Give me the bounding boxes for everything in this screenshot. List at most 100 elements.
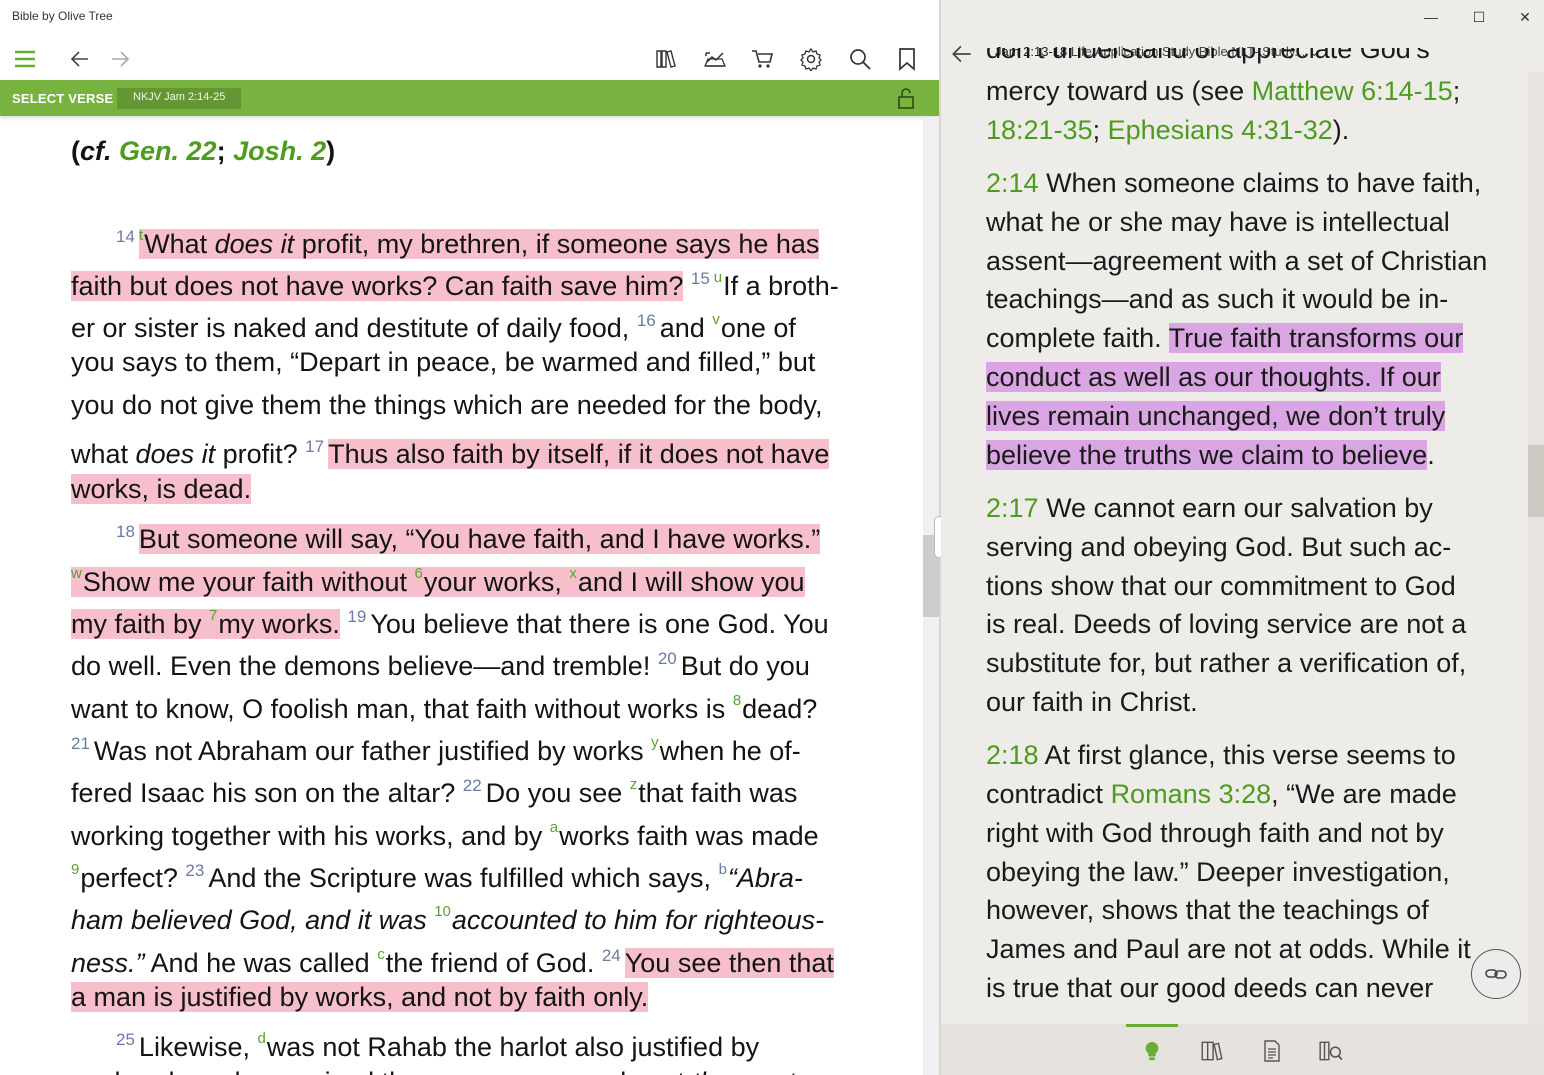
search-icon[interactable] — [843, 42, 877, 76]
verse-number[interactable]: 21 — [71, 734, 90, 753]
note-line: James and Paul are not at odds. While it — [986, 934, 1471, 965]
verse-number[interactable]: 14 — [116, 227, 135, 246]
footnote-marker[interactable]: v — [712, 311, 720, 328]
bible-text: (cf. Gen. 22; Josh. 2) 14 tWhat does it p… — [71, 130, 871, 1075]
note-line: is real. Deeds of loving service are not… — [986, 609, 1467, 640]
bookmark-icon[interactable] — [890, 42, 924, 76]
close-button[interactable]: ✕ — [1512, 5, 1538, 29]
verse-number[interactable]: 16 — [637, 311, 656, 330]
note-line: 2:18 At first glance, this verse seems t… — [986, 740, 1456, 771]
footnote-marker[interactable]: t — [139, 227, 143, 244]
back-arrow-icon[interactable] — [949, 41, 975, 67]
scripture-link[interactable]: 18:21-35 — [986, 115, 1093, 145]
footnote-marker[interactable]: b — [719, 861, 727, 878]
footnote-marker[interactable]: d — [257, 1030, 265, 1047]
text-line[interactable]: works when she received the messengers a… — [71, 1061, 871, 1075]
hamburger-icon[interactable] — [8, 42, 42, 76]
note-line: complete faith. True faith transforms ou… — [986, 323, 1464, 354]
note-line: however, shows that the teachings of — [986, 895, 1429, 926]
maximize-button[interactable]: ☐ — [1466, 5, 1492, 29]
forward-arrow-icon[interactable] — [103, 42, 137, 76]
footnote-marker[interactable]: 9 — [71, 861, 79, 878]
document-icon[interactable] — [1257, 1036, 1287, 1066]
scripture-link[interactable]: Matthew 6:14-15 — [1252, 76, 1453, 106]
verse-number[interactable]: 23 — [185, 861, 204, 880]
verse-number[interactable]: 19 — [347, 607, 366, 626]
verse-number[interactable]: 20 — [658, 649, 677, 668]
cart-icon[interactable] — [746, 42, 780, 76]
verse-number[interactable]: 24 — [602, 946, 621, 965]
back-arrow-icon[interactable] — [63, 42, 97, 76]
note-line: obeying the law.” Deeper investigation, — [986, 856, 1450, 887]
note-line: conduct as well as our thoughts. If our — [986, 362, 1441, 393]
text-line[interactable]: working together with his works, and by … — [71, 807, 871, 851]
text-line[interactable]: 9perfect? 23 And the Scripture was fulfil… — [71, 849, 871, 893]
verse-number[interactable]: 25 — [116, 1030, 135, 1049]
footnote-marker[interactable]: u — [714, 269, 722, 286]
link-icon — [1485, 969, 1507, 979]
text-line[interactable]: my faith by 7my works. 19 You believe tha… — [71, 595, 871, 640]
crossref-link-gen[interactable]: Gen. 22 — [119, 136, 217, 166]
verse-number[interactable]: 17 — [305, 437, 324, 456]
text-line[interactable]: 14 tWhat does it profit, my brethren, if … — [71, 215, 871, 259]
text-line[interactable]: what does it profit? 17 Thus also faith b… — [71, 426, 871, 470]
crossref-link-josh[interactable]: Josh. 2 — [233, 136, 326, 166]
books-icon[interactable] — [1197, 1036, 1227, 1066]
library-icon[interactable] — [650, 42, 684, 76]
bible-scrollbar[interactable] — [923, 117, 939, 1075]
text-line[interactable]: wShow me your faith without 6your works,… — [71, 553, 871, 597]
study-scrollbar[interactable] — [1528, 72, 1544, 1024]
note-line: what he or she may have is intellectual — [986, 206, 1450, 237]
text-line[interactable]: you do not give them the things which ar… — [71, 384, 871, 426]
scripture-link[interactable]: Ephesians 4:31-32 — [1108, 115, 1333, 145]
note-line: mercy toward us (see Matthew 6:14-15; — [986, 76, 1461, 106]
note-line: 18:21-35; Ephesians 4:31-32). — [986, 114, 1350, 145]
text-line[interactable]: want to know, O foolish man, that faith … — [71, 680, 871, 724]
main-toolbar — [0, 36, 940, 80]
footnote-marker[interactable]: c — [377, 946, 385, 963]
minimize-button[interactable]: — — [1418, 5, 1444, 29]
text-line[interactable]: you says to them, “Depart in peace, be w… — [71, 341, 871, 383]
text-line[interactable]: 21 Was not Abraham our father justified b… — [71, 722, 871, 766]
select-verse-bar: SELECT VERSE NKJV Jam 2:14-25 — [0, 80, 940, 116]
text-line[interactable]: ness.” And he was called cthe friend of … — [71, 934, 871, 978]
footnote-marker[interactable]: x — [569, 565, 577, 582]
note-verse-link[interactable]: 2:18 — [986, 740, 1039, 770]
footnote-marker[interactable]: y — [651, 734, 659, 751]
lock-icon[interactable] — [894, 86, 918, 110]
study-scrollbar-thumb[interactable] — [1528, 445, 1544, 517]
footnote-marker[interactable]: 7 — [209, 607, 217, 624]
note-verse-link[interactable]: 2:14 — [986, 168, 1039, 198]
footnote-marker[interactable]: 8 — [733, 692, 741, 709]
text-line[interactable]: 18 But someone will say, “You have faith,… — [71, 511, 871, 554]
note-verse-link[interactable]: 2:17 — [986, 493, 1039, 523]
verse-number[interactable]: 18 — [116, 522, 135, 541]
search-book-icon[interactable] — [1316, 1036, 1346, 1066]
text-line[interactable]: faith but does not have works? Can faith… — [71, 257, 871, 301]
note-line: assent—agreement with a set of Christian — [986, 245, 1488, 276]
text-line[interactable]: works, is dead. — [71, 468, 871, 510]
text-line[interactable]: 25 Likewise, dwas not Rahab the harlot al… — [71, 1018, 871, 1062]
sync-chart-icon[interactable] — [698, 42, 732, 76]
footnote-marker[interactable]: a — [550, 819, 558, 836]
footnote-marker[interactable]: 6 — [415, 565, 423, 582]
verse-number[interactable]: 22 — [463, 776, 482, 795]
link-panes-button[interactable] — [1471, 949, 1521, 999]
text-line[interactable]: fered Isaac his son on the altar? 22 Do y… — [71, 764, 871, 808]
note-line: teachings—and as such it would be in- — [986, 284, 1449, 315]
text-line[interactable]: a man is justified by works, and not by … — [71, 976, 871, 1018]
text-line[interactable]: er or sister is naked and destitute of d… — [71, 299, 871, 343]
footnote-marker[interactable]: z — [630, 776, 638, 793]
scripture-link[interactable]: Romans 3:28 — [1111, 779, 1272, 809]
note-line: our faith in Christ. — [986, 686, 1198, 717]
text-line[interactable]: ham believed God, and it was 10accounted… — [71, 891, 871, 935]
footnote-marker[interactable]: 10 — [434, 903, 451, 920]
lightbulb-icon[interactable] — [1137, 1036, 1167, 1066]
select-verse-label[interactable]: SELECT VERSE — [12, 91, 113, 106]
gear-icon[interactable] — [794, 42, 828, 76]
footnote-marker[interactable]: w — [71, 565, 82, 582]
verse-number[interactable]: 15 — [691, 269, 710, 288]
verse-reference-button[interactable]: NKJV Jam 2:14-25 — [117, 88, 242, 109]
text-line[interactable]: do well. Even the demons believe—and tre… — [71, 638, 871, 681]
note-line: right with God through faith and not by — [986, 817, 1444, 848]
